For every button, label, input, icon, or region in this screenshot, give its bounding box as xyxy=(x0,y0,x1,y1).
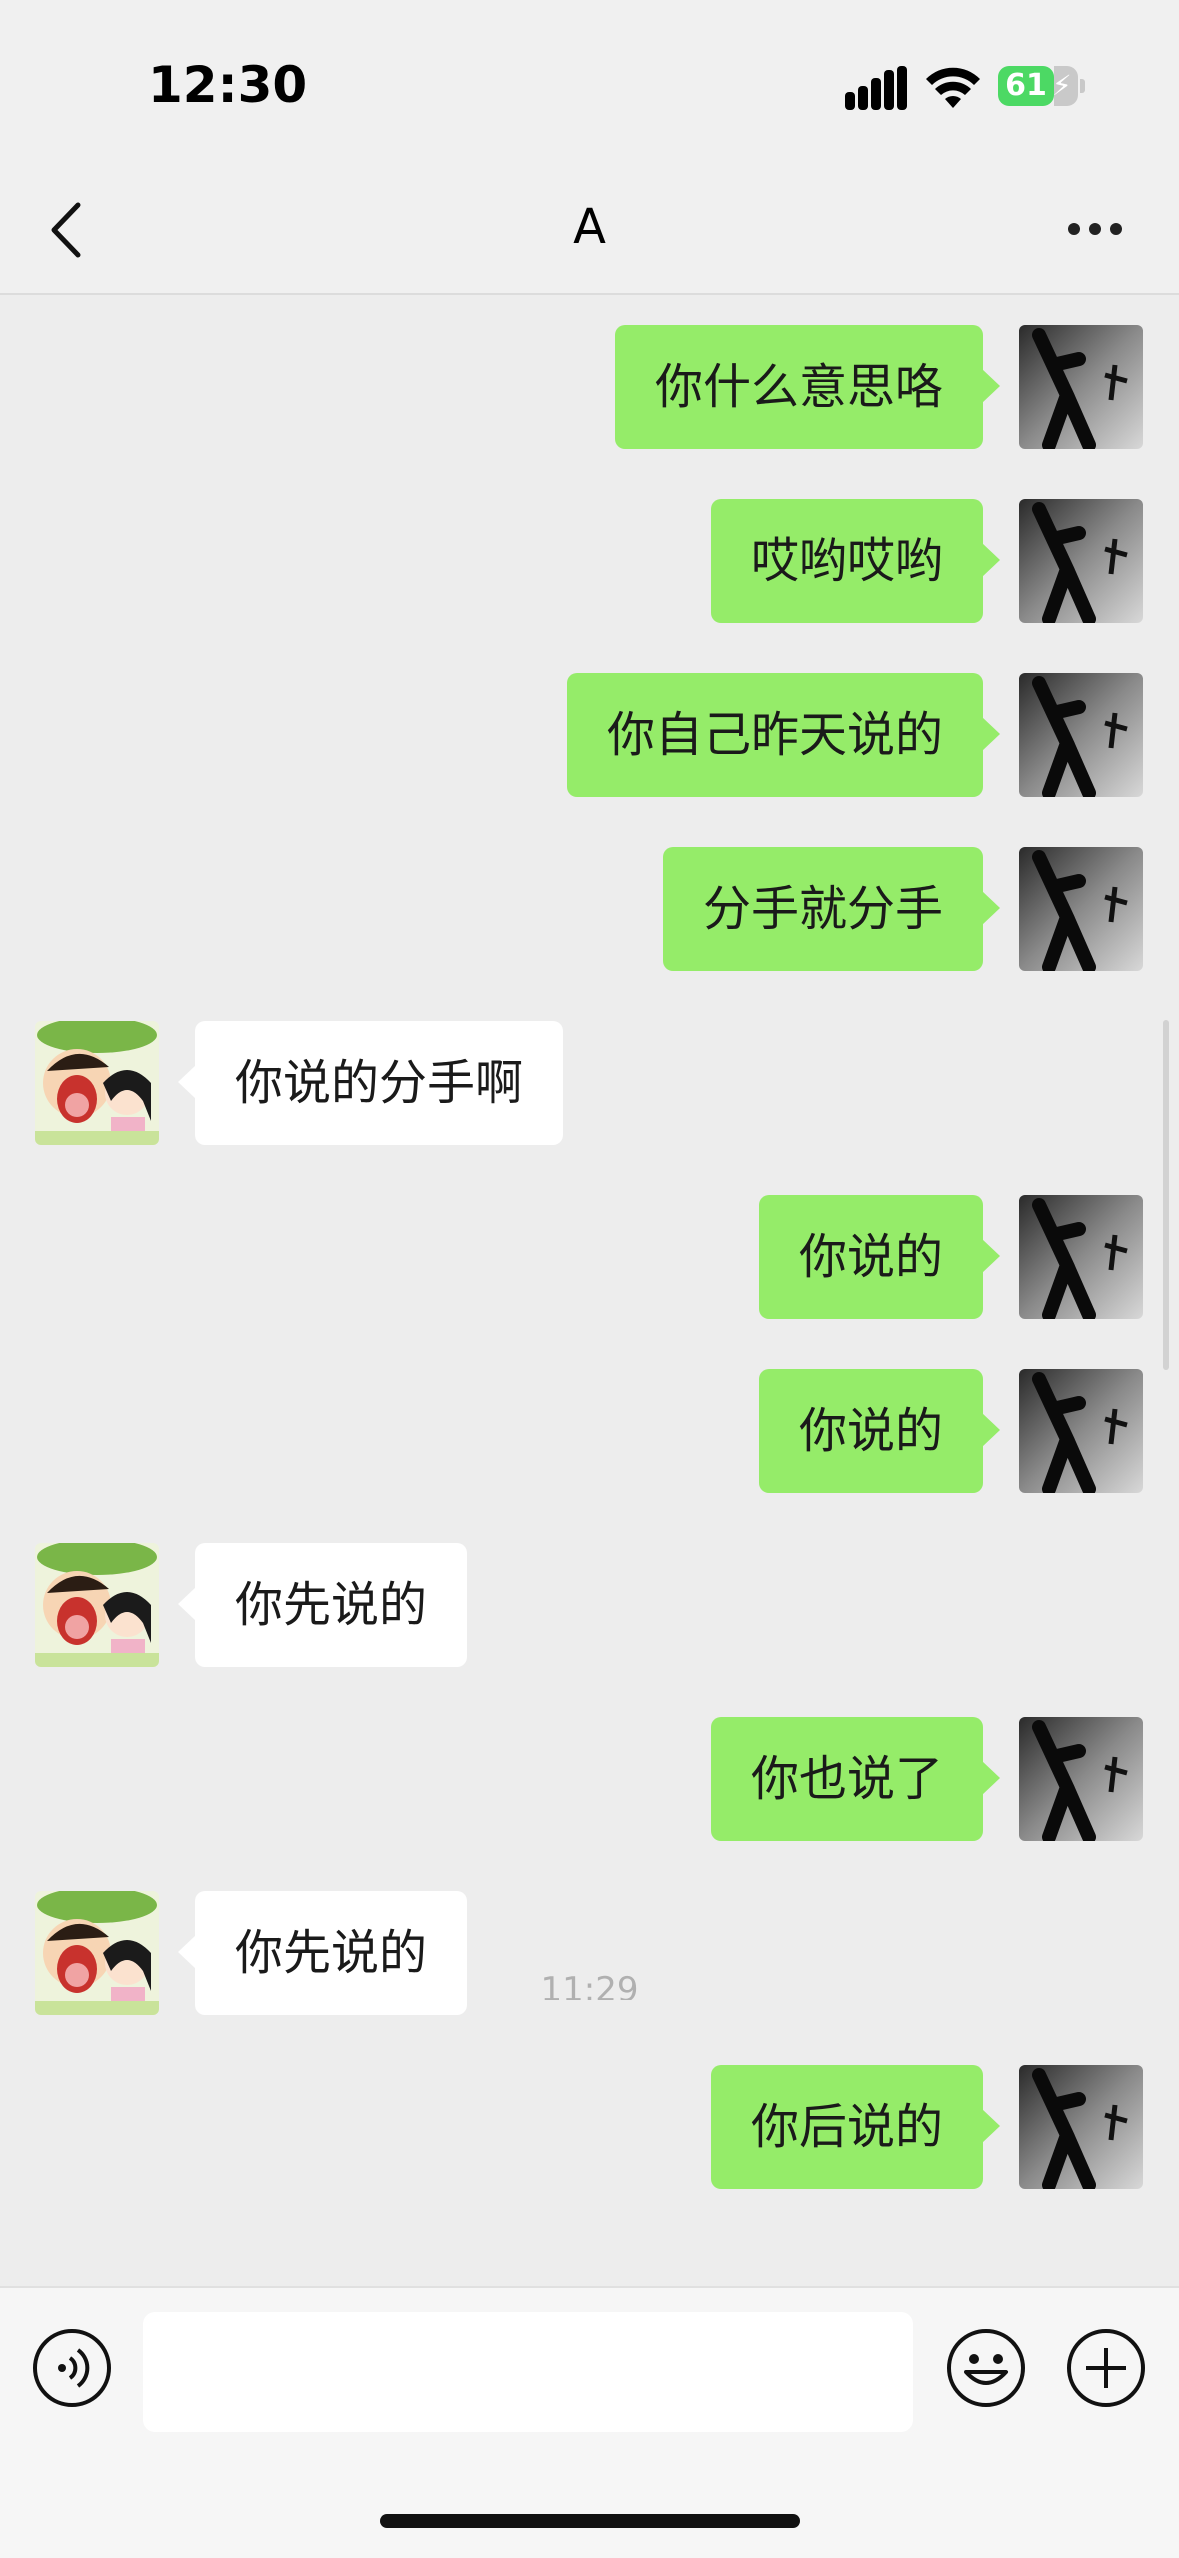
outgoing-message: 你说的 xyxy=(0,1369,1179,1493)
voice-icon[interactable] xyxy=(32,2328,112,2408)
my-avatar[interactable] xyxy=(1019,1195,1143,1319)
outgoing-message: 你后说的 xyxy=(0,2065,1179,2189)
outgoing-message: 你说的 xyxy=(0,1195,1179,1319)
my-avatar[interactable] xyxy=(1019,499,1143,623)
message-bubble[interactable]: 你也说了 xyxy=(710,1717,1001,1841)
wifi-icon xyxy=(926,67,980,108)
status-time: 12:30 xyxy=(148,56,308,114)
status-bar: 12:30 61 ⚡ xyxy=(0,0,1179,165)
contact-avatar[interactable] xyxy=(35,1543,159,1667)
chat-title: A xyxy=(573,199,606,255)
battery-cap xyxy=(1080,79,1085,93)
my-avatar[interactable] xyxy=(1019,673,1143,797)
contact-avatar[interactable] xyxy=(35,1021,159,1145)
message-input[interactable] xyxy=(143,2312,913,2432)
message-bubble[interactable]: 你后说的 xyxy=(710,2065,1001,2189)
charging-bolt-icon: ⚡ xyxy=(1052,69,1072,102)
partial-timestamp: 11:29 xyxy=(540,1970,639,2000)
message-bubble[interactable]: 你自己昨天说的 xyxy=(566,673,1001,797)
message-bubble[interactable]: 分手就分手 xyxy=(662,847,1001,971)
my-avatar[interactable] xyxy=(1019,1369,1143,1493)
message-bubble[interactable]: 你什么意思咯 xyxy=(614,325,1001,449)
message-bubble[interactable]: 你说的 xyxy=(758,1369,1001,1493)
incoming-message: 你先说的 xyxy=(0,1543,1179,1667)
home-indicator xyxy=(380,2514,800,2528)
plus-icon[interactable] xyxy=(1066,2328,1146,2408)
my-avatar[interactable] xyxy=(1019,1717,1143,1841)
outgoing-message: 你自己昨天说的 xyxy=(0,673,1179,797)
message-bubble[interactable]: 你说的分手啊 xyxy=(177,1021,564,1145)
outgoing-message: 分手就分手 xyxy=(0,847,1179,971)
my-avatar[interactable] xyxy=(1019,847,1143,971)
emoji-icon[interactable] xyxy=(946,2328,1026,2408)
my-avatar[interactable] xyxy=(1019,2065,1143,2189)
more-horizontal-icon[interactable] xyxy=(1060,213,1130,243)
outgoing-message: 你什么意思咯 xyxy=(0,325,1179,449)
incoming-message: 你说的分手啊 xyxy=(0,1021,1179,1145)
message-bubble[interactable]: 你先说的 xyxy=(177,1543,468,1667)
outgoing-message: 哎哟哎哟 xyxy=(0,499,1179,623)
battery-level: 61 xyxy=(998,66,1054,106)
message-bubble[interactable]: 你说的 xyxy=(758,1195,1001,1319)
outgoing-message: 你也说了 xyxy=(0,1717,1179,1841)
scroll-indicator xyxy=(1163,1020,1169,1370)
navigation-bar: A xyxy=(0,165,1179,295)
cellular-signal-icon xyxy=(845,66,907,110)
message-bubble[interactable]: 哎哟哎哟 xyxy=(710,499,1001,623)
my-avatar[interactable] xyxy=(1019,325,1143,449)
